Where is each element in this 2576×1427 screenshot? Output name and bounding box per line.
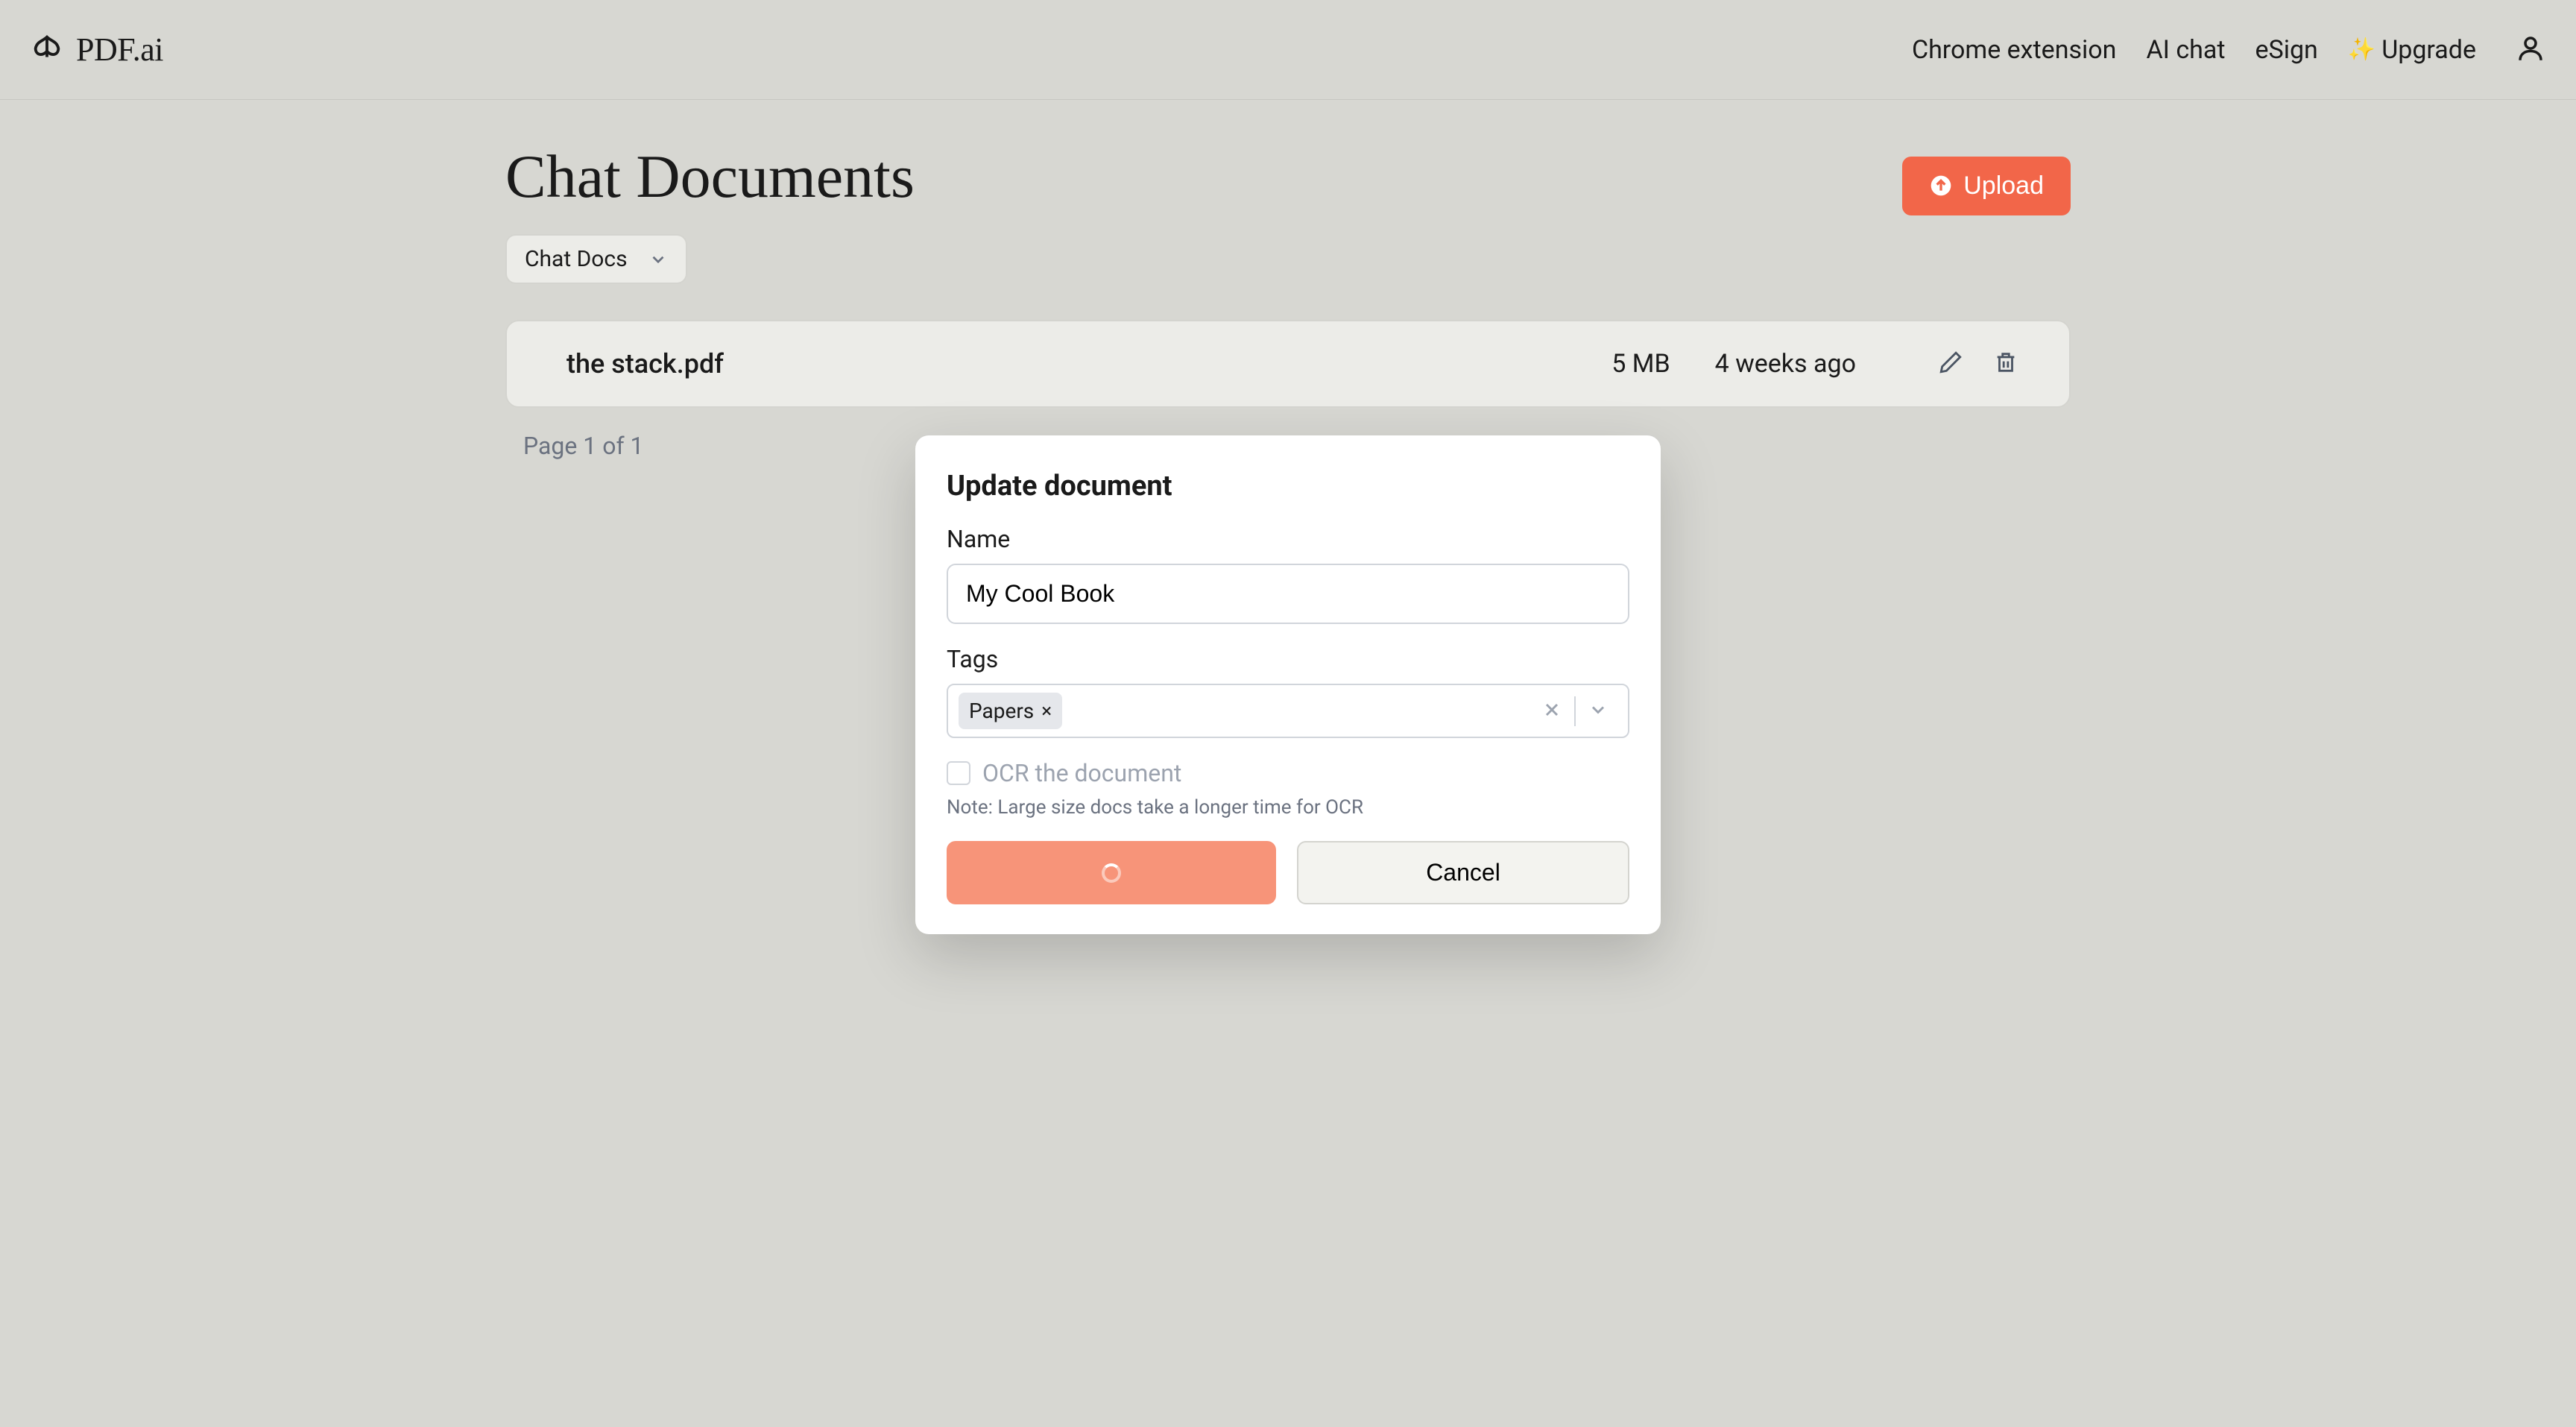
app-header: PDF.ai Chrome extension AI chat eSign ✨ …	[0, 0, 2576, 100]
ocr-option: OCR the document	[947, 759, 1629, 787]
upload-label: Upload	[1963, 171, 2044, 201]
name-input[interactable]	[947, 564, 1629, 624]
ocr-checkbox[interactable]	[947, 761, 970, 785]
cancel-button[interactable]: Cancel	[1297, 841, 1629, 904]
chevron-down-icon	[1588, 699, 1609, 720]
tags-label: Tags	[947, 645, 1629, 673]
tags-dropdown-toggle[interactable]	[1576, 699, 1617, 723]
logo[interactable]: PDF.ai	[30, 31, 163, 69]
update-document-modal: Update document Name Tags Papers × OCR t…	[915, 435, 1661, 934]
tags-select[interactable]: Papers ×	[947, 684, 1629, 738]
tags-clear-button[interactable]	[1530, 699, 1574, 723]
upgrade-label: Upgrade	[2381, 35, 2476, 65]
nav-upgrade[interactable]: ✨ Upgrade	[2348, 35, 2476, 65]
brand-icon	[30, 31, 64, 69]
user-icon	[2515, 33, 2546, 64]
filter-label: Chat Docs	[525, 246, 628, 272]
submit-button[interactable]	[947, 841, 1276, 904]
close-icon	[1541, 699, 1562, 720]
user-menu[interactable]	[2515, 33, 2546, 67]
loading-spinner-icon	[1102, 863, 1121, 883]
tag-remove-button[interactable]: ×	[1041, 702, 1052, 721]
document-age: 4 weeks ago	[1715, 349, 1856, 379]
ocr-label: OCR the document	[982, 759, 1181, 787]
tag-chip: Papers ×	[959, 693, 1062, 729]
document-size: 5 MB	[1611, 349, 1670, 379]
tag-text: Papers	[969, 699, 1034, 723]
document-row[interactable]: the stack.pdf 5 MB 4 weeks ago	[505, 320, 2071, 408]
modal-title: Update document	[947, 470, 1629, 503]
page-title: Chat Documents	[505, 142, 915, 212]
nav-chrome-extension[interactable]: Chrome extension	[1912, 35, 2117, 65]
sparkle-icon: ✨	[2348, 37, 2375, 63]
nav-ai-chat[interactable]: AI chat	[2146, 35, 2225, 65]
filter-dropdown[interactable]: Chat Docs	[505, 234, 687, 284]
nav-esign[interactable]: eSign	[2255, 35, 2317, 65]
document-name: the stack.pdf	[566, 348, 1611, 379]
ocr-note: Note: Large size docs take a longer time…	[947, 796, 1629, 819]
edit-button[interactable]	[1923, 350, 1978, 378]
modal-actions: Cancel	[947, 841, 1629, 904]
top-nav: Chrome extension AI chat eSign ✨ Upgrade	[1912, 33, 2546, 67]
delete-button[interactable]	[1978, 350, 2033, 378]
name-label: Name	[947, 525, 1629, 553]
upload-icon	[1929, 174, 1953, 198]
chevron-down-icon	[648, 250, 668, 269]
title-row: Chat Documents Upload	[505, 142, 2071, 230]
brand-text: PDF.ai	[76, 31, 163, 69]
trash-icon	[1993, 350, 2018, 375]
edit-icon	[1938, 350, 1963, 375]
upload-button[interactable]: Upload	[1902, 157, 2071, 215]
